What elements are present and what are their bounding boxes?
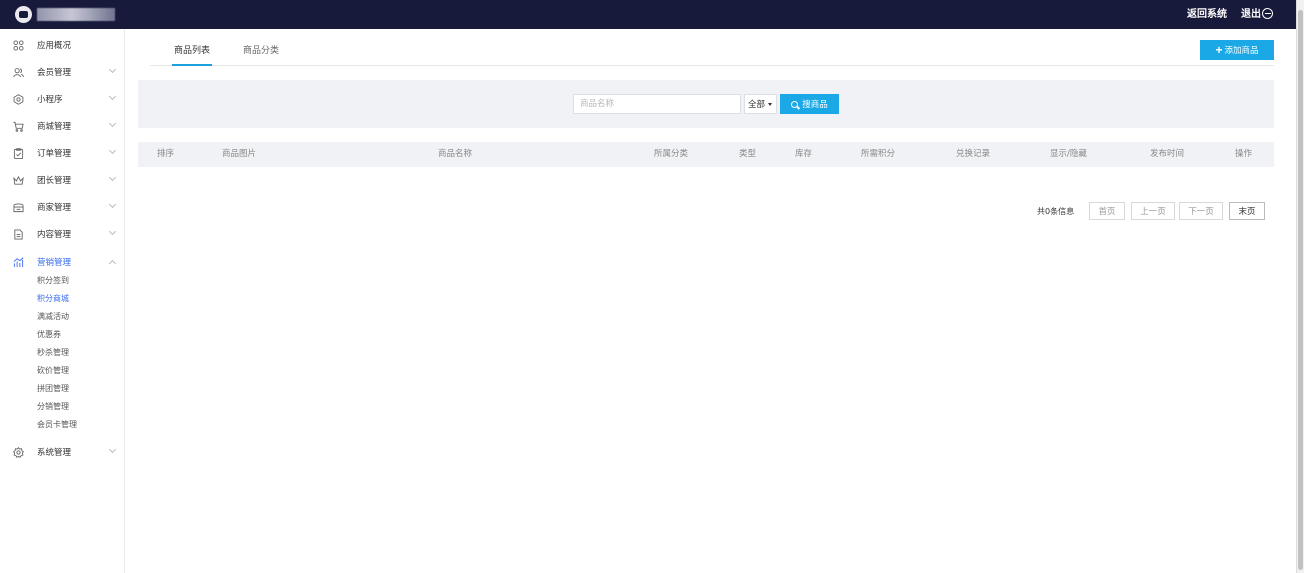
page-scrollbar[interactable] xyxy=(1296,0,1304,573)
sidebar-item-label: 小程序 xyxy=(37,95,63,105)
search-icon xyxy=(791,100,799,108)
grid-icon xyxy=(13,39,24,51)
submenu-item-member-card[interactable]: 会员卡管理 xyxy=(37,418,77,432)
submenu-item-points-signin[interactable]: 积分签到 xyxy=(37,274,69,288)
submenu-item-flash-sale[interactable]: 秒杀管理 xyxy=(37,346,69,360)
type-select[interactable]: 全部 xyxy=(744,94,777,114)
return-system-link[interactable]: 返回系统 xyxy=(1187,7,1227,22)
submenu-item-group-buy[interactable]: 拼团管理 xyxy=(37,382,69,396)
users-icon xyxy=(13,67,24,77)
column-header-actions: 操作 xyxy=(1235,149,1253,159)
chevron-down-icon xyxy=(108,227,117,236)
add-product-button[interactable]: + 添加商品 xyxy=(1200,40,1274,60)
chevron-down-icon xyxy=(108,146,117,155)
column-header-image: 商品图片 xyxy=(222,149,257,159)
product-tabs: 商品列表 商品分类 xyxy=(150,40,1274,66)
type-select-value: 全部 xyxy=(748,100,766,110)
sidebar-item-members[interactable]: 会员管理 xyxy=(0,63,124,81)
tab-product-list[interactable]: 商品列表 xyxy=(172,45,213,66)
scrollbar-thumb[interactable] xyxy=(1298,10,1303,570)
sidebar-item-mall[interactable]: 商城管理 xyxy=(0,117,124,135)
pagination-info: 共0条信息 xyxy=(1037,207,1075,216)
table-header: 排序 商品图片 商品名称 所属分类 类型 库存 所需积分 兑换记录 显示/隐藏 … xyxy=(138,142,1274,167)
cart-icon xyxy=(13,121,24,132)
sidebar: 应用概况 会员管理 小程序 商城管理 订单管理 团长管理 商家管理 内容管理 营… xyxy=(0,29,125,573)
logout-link[interactable]: 退出 xyxy=(1241,7,1273,22)
chevron-up-icon xyxy=(108,259,117,268)
sidebar-item-label: 营销管理 xyxy=(37,258,72,268)
column-header-points: 所需积分 xyxy=(861,149,896,159)
first-page-button[interactable]: 首页 xyxy=(1089,202,1125,220)
chevron-down-icon xyxy=(108,65,117,74)
sidebar-item-label: 应用概况 xyxy=(37,41,72,51)
sidebar-item-label: 系统管理 xyxy=(37,448,72,458)
clipboard-icon xyxy=(13,147,24,159)
sidebar-item-label: 商城管理 xyxy=(37,122,72,132)
column-header-exchange-records: 兑换记录 xyxy=(956,149,991,159)
column-header-type: 类型 xyxy=(739,149,757,159)
chevron-down-icon xyxy=(108,445,117,454)
sidebar-item-orders[interactable]: 订单管理 xyxy=(0,144,124,162)
sidebar-item-label: 商家管理 xyxy=(37,203,72,213)
gear-icon xyxy=(13,446,24,458)
column-header-stock: 库存 xyxy=(795,149,813,159)
chevron-down-icon xyxy=(108,173,117,182)
product-name-search-input[interactable] xyxy=(573,94,741,114)
logout-label: 退出 xyxy=(1241,9,1261,20)
sidebar-item-mini-program[interactable]: 小程序 xyxy=(0,90,124,108)
column-header-sort: 排序 xyxy=(157,149,175,159)
plus-icon: + xyxy=(1215,43,1223,57)
column-header-visibility: 显示/隐藏 xyxy=(1050,149,1087,159)
tab-product-category[interactable]: 商品分类 xyxy=(243,45,279,66)
chevron-down-icon xyxy=(108,200,117,209)
add-product-label: 添加商品 xyxy=(1224,45,1259,55)
sidebar-item-label: 会员管理 xyxy=(37,68,72,78)
submenu-item-bargain[interactable]: 砍价管理 xyxy=(37,364,69,378)
search-button-label: 搜商品 xyxy=(802,99,828,109)
sidebar-item-label: 团长管理 xyxy=(37,176,72,186)
crown-icon xyxy=(13,175,24,185)
sidebar-item-content[interactable]: 内容管理 xyxy=(0,225,124,243)
caret-down-icon xyxy=(768,102,773,106)
column-header-name: 商品名称 xyxy=(438,149,473,159)
logo-icon xyxy=(15,6,32,23)
submenu-item-distribution[interactable]: 分销管理 xyxy=(37,400,69,414)
sidebar-item-label: 订单管理 xyxy=(37,149,72,159)
logout-icon xyxy=(1262,8,1273,19)
chart-icon xyxy=(13,256,24,267)
next-page-button[interactable]: 下一页 xyxy=(1179,202,1223,220)
column-header-category: 所属分类 xyxy=(654,149,689,159)
store-icon xyxy=(13,202,24,212)
app-name-blurred xyxy=(37,8,115,21)
search-products-button[interactable]: 搜商品 xyxy=(780,94,839,114)
hexagon-icon xyxy=(13,93,24,105)
submenu-item-discount-activity[interactable]: 满减活动 xyxy=(37,310,69,324)
column-header-publish-time: 发布时间 xyxy=(1150,149,1185,159)
submenu-item-points-mall[interactable]: 积分商城 xyxy=(37,292,69,306)
last-page-button[interactable]: 末页 xyxy=(1229,202,1265,220)
chevron-down-icon xyxy=(108,119,117,128)
sidebar-item-team-leaders[interactable]: 团长管理 xyxy=(0,171,124,189)
sidebar-item-marketing[interactable]: 营销管理 xyxy=(0,253,124,271)
top-navigation-bar: 返回系统 退出 xyxy=(0,0,1296,29)
sidebar-item-label: 内容管理 xyxy=(37,230,72,240)
prev-page-button[interactable]: 上一页 xyxy=(1131,202,1175,220)
document-icon xyxy=(14,228,23,240)
chevron-down-icon xyxy=(108,92,117,101)
sidebar-item-system[interactable]: 系统管理 xyxy=(0,443,124,461)
submenu-item-coupons[interactable]: 优惠券 xyxy=(37,328,61,342)
sidebar-item-app-overview[interactable]: 应用概况 xyxy=(0,36,124,54)
sidebar-item-merchants[interactable]: 商家管理 xyxy=(0,198,124,216)
